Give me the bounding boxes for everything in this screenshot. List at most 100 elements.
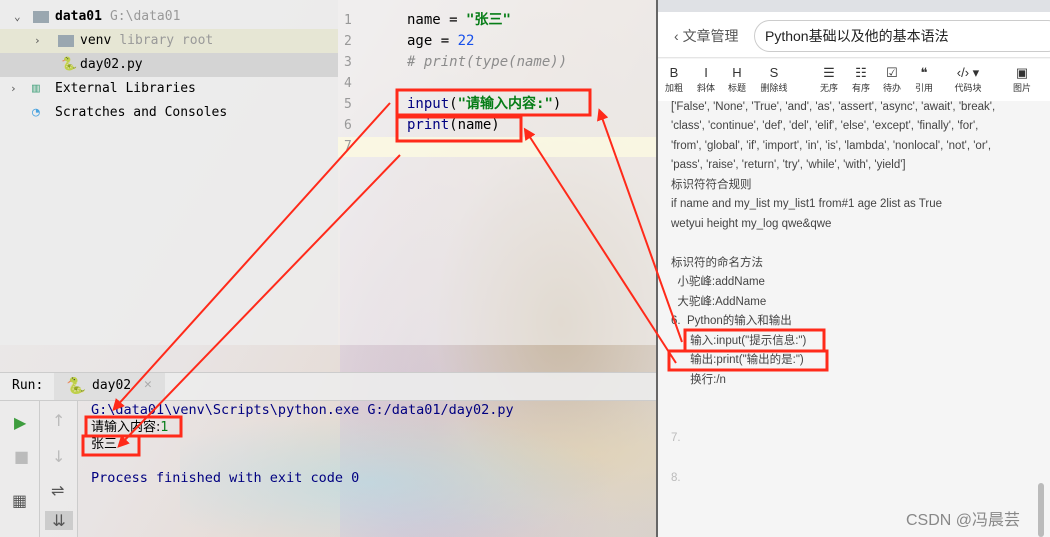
- body-line: 大驼峰:AddName: [671, 296, 767, 308]
- image-button[interactable]: ▣ 图片: [1006, 65, 1038, 94]
- tool-label: 有序: [851, 83, 870, 93]
- unordered-list-button[interactable]: ☰ 无序: [813, 65, 845, 94]
- chevron-right-icon[interactable]: ›: [34, 29, 41, 53]
- body-line: 标识符的命名方法: [671, 257, 763, 269]
- code-token: print: [407, 117, 450, 133]
- code-token: ): [552, 96, 562, 112]
- tree-file-day02[interactable]: 🐍 day02.py: [0, 53, 338, 77]
- close-icon[interactable]: ✕: [144, 377, 152, 392]
- scrollbar[interactable]: [1038, 483, 1044, 537]
- string-literal: "请输入内容:": [457, 96, 553, 112]
- arrow-down-icon[interactable]: ↓: [52, 447, 65, 466]
- console-command: G:\data01\venv\Scripts\python.exe G:/dat…: [91, 402, 514, 418]
- ordered-list-button[interactable]: ☷ 有序: [845, 65, 877, 94]
- heading-button[interactable]: H 标题: [721, 65, 753, 94]
- todo-icon: ☑: [886, 65, 898, 80]
- root-name: data01: [55, 9, 102, 24]
- tree-venv[interactable]: › venv library root: [0, 29, 338, 53]
- string-literal: "张三": [466, 12, 511, 28]
- tool-label: 引用: [914, 83, 933, 93]
- scroll-to-end-icon[interactable]: ⇊: [45, 511, 73, 530]
- background-artwork-lower: [180, 400, 656, 537]
- console-user-input: 1: [160, 420, 169, 435]
- arrow-up-icon[interactable]: ↑: [52, 411, 65, 430]
- scratches-label: Scratches and Consoles: [55, 105, 228, 120]
- venv-name: venv: [80, 33, 112, 48]
- python-file-icon: 🐍: [61, 57, 78, 72]
- blog-editor-window: ‹ 文章管理 Python基础以及他的基本语法 B 加粗 I 斜体 H 标题 S 删除线…: [656, 0, 1050, 537]
- run-toolbar: ▶ ■ ▦: [0, 401, 40, 537]
- venv-hint: library root: [119, 33, 214, 48]
- body-line: 小驼峰:addName: [671, 276, 765, 288]
- article-title-input[interactable]: Python基础以及他的基本语法: [754, 20, 1050, 52]
- run-toolwindow-header: Run: 🐍 day02 ✕: [0, 372, 656, 401]
- format-toolbar: B 加粗 I 斜体 H 标题 S 删除线 ☰ 无序 ☷ 有序 ☑ 待办 ❝ 引用 ‹/› ▾ 代码…: [658, 59, 1050, 101]
- unordered-list-icon: ☰: [823, 65, 835, 80]
- code-token: (name): [449, 117, 500, 133]
- tool-label: 标题: [727, 83, 746, 93]
- quote-icon: ❝: [920, 65, 928, 80]
- chevron-down-icon[interactable]: ⌄: [14, 5, 21, 29]
- layout-icon[interactable]: ▦: [12, 491, 27, 510]
- tool-label: 图片: [1012, 83, 1031, 93]
- console-toolbar: ↑ ↓ ⇌ ⇊: [40, 401, 78, 537]
- body-line: 输入:input("提示信息:"): [671, 335, 807, 347]
- strikethrough-button[interactable]: S 删除线: [758, 65, 790, 94]
- tool-label: 斜体: [696, 83, 715, 93]
- chevron-right-icon[interactable]: ›: [10, 77, 17, 101]
- ext-libs-label: External Libraries: [55, 81, 196, 96]
- body-line: 6. Python的输入和输出: [671, 315, 792, 327]
- code-line-3-comment: # print(type(name)): [407, 54, 568, 70]
- list-number: 7.: [671, 432, 681, 444]
- file-name: day02.py: [80, 57, 143, 72]
- run-tab-label: day02: [92, 378, 132, 393]
- console-prompt: 请输入内容:: [91, 420, 161, 435]
- console-exit-message: Process finished with exit code 0: [91, 470, 360, 486]
- line-gutter: 1 2 3 4 5 6 7: [338, 10, 394, 345]
- line-number: 2: [344, 34, 352, 49]
- watermark: CSDN @冯晨芸: [906, 512, 1021, 529]
- body-line: wetyui height my_log qwe&qwe: [671, 218, 832, 230]
- code-block-button[interactable]: ‹/› ▾ 代码块: [948, 65, 988, 94]
- code-token: input: [407, 96, 450, 112]
- line-number: 7: [344, 139, 352, 154]
- tree-external-libraries[interactable]: › ▥ External Libraries: [0, 77, 338, 101]
- tool-label: 无序: [819, 83, 838, 93]
- body-line: 'pass', 'raise', 'return', 'try', 'while…: [671, 159, 906, 171]
- body-line: ['False', 'None', 'True', 'and', 'as', '…: [671, 101, 996, 113]
- root-path: G:\data01: [109, 9, 181, 24]
- console-prompt-line: 请输入内容:1: [91, 419, 169, 436]
- line-number: 5: [344, 97, 352, 112]
- run-tab-day02[interactable]: 🐍 day02 ✕: [54, 373, 165, 400]
- line-number: 6: [344, 118, 352, 133]
- blog-header: ‹ 文章管理 Python基础以及他的基本语法: [658, 12, 1050, 58]
- back-label: 文章管理: [682, 28, 739, 44]
- soft-wrap-icon[interactable]: ⇌: [51, 481, 64, 500]
- list-number: 8.: [671, 472, 681, 484]
- ordered-list-icon: ☷: [855, 65, 867, 80]
- italic-button[interactable]: I 斜体: [690, 65, 722, 94]
- number-literal: 22: [457, 33, 475, 49]
- bold-button[interactable]: B 加粗: [658, 65, 690, 94]
- code-token: name =: [407, 12, 467, 28]
- tool-label: 待办: [882, 83, 901, 93]
- body-line: if name and my_list my_list1 from#1 age …: [671, 198, 943, 210]
- heading-icon: H: [732, 65, 742, 80]
- line-number: 4: [344, 76, 352, 91]
- tree-root[interactable]: ⌄ data01 G:\data01: [0, 5, 338, 29]
- stop-icon[interactable]: ■: [14, 447, 29, 466]
- line-number: 1: [344, 13, 352, 28]
- console-output: 张三: [91, 437, 118, 452]
- tree-scratches[interactable]: ◔ Scratches and Consoles: [0, 101, 338, 125]
- back-button[interactable]: ‹ 文章管理: [674, 26, 739, 46]
- line-number: 3: [344, 55, 352, 70]
- code-line-6: print(name): [407, 115, 500, 136]
- rerun-play-icon[interactable]: ▶: [14, 413, 26, 432]
- project-panel: ⌄ data01 G:\data01 › venv library root 🐍 day0…: [0, 0, 338, 345]
- todo-button[interactable]: ☑ 待办: [876, 65, 908, 94]
- library-icon: ▥: [32, 81, 40, 96]
- tool-label: 代码块: [954, 83, 982, 93]
- tool-label: 加粗: [664, 83, 683, 93]
- run-label: Run:: [12, 378, 44, 393]
- quote-button[interactable]: ❝ 引用: [908, 65, 940, 94]
